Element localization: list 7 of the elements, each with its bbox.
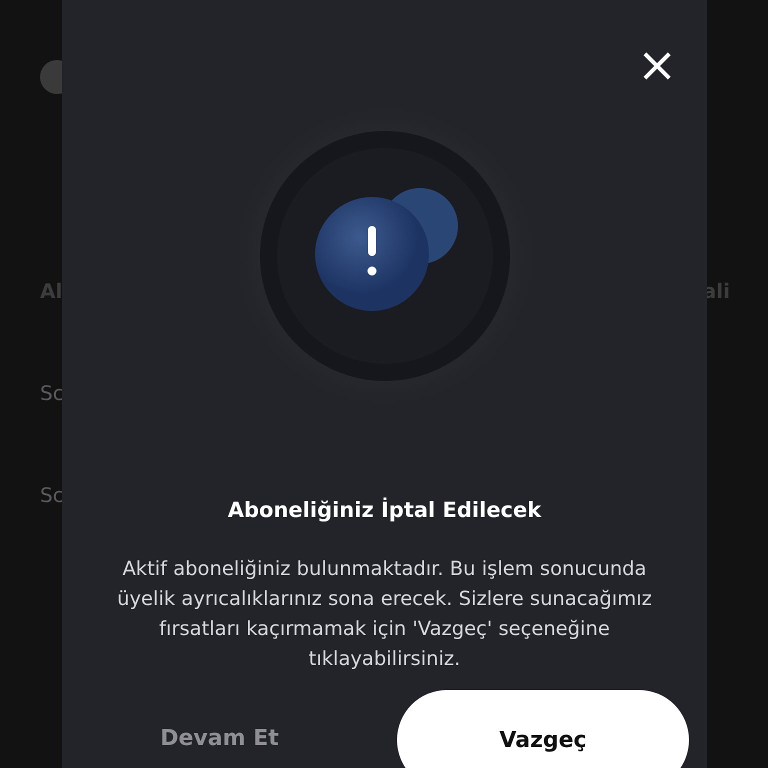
list-item: Sc [40,381,64,405]
dialog-message: Aktif aboneliğiniz bulunmaktadır. Bu işlem sonucunda üyelik ayrıcalıklarınız sona erecek. Sizlere sunacağımız fırsatları kaçırmamak için 'Vazgeç' seçeneğine tıklayabilirsiniz. [116,556,653,672]
list-item: Sc [40,483,64,507]
dialog-title: Aboneliğiniz İptal Edilecek [228,498,542,522]
continue-button[interactable]: Devam Et [102,690,337,751]
cancel-button[interactable]: Vazgeç [397,690,689,768]
close-button[interactable]: × [637,44,677,86]
